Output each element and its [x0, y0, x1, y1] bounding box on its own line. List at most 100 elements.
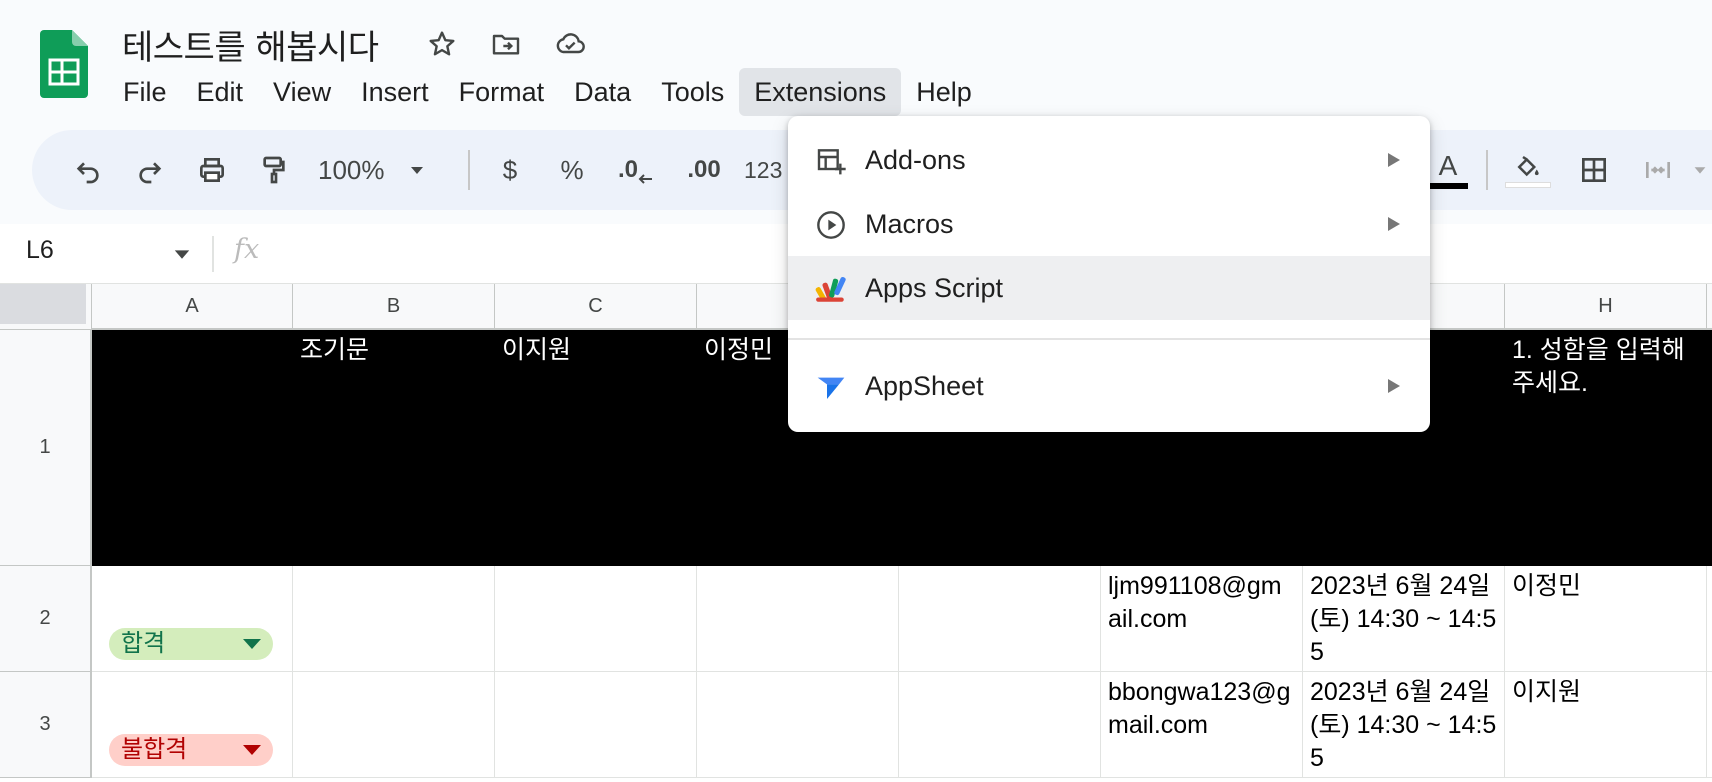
status-chip-fail[interactable]: 불합격 [109, 734, 273, 766]
cell-d2[interactable] [697, 566, 899, 672]
sheets-logo-icon[interactable] [40, 30, 88, 98]
star-icon[interactable] [424, 26, 460, 62]
number-format-button[interactable]: 123 [744, 144, 794, 196]
select-all-corner[interactable] [0, 284, 92, 330]
redo-icon[interactable] [124, 144, 176, 196]
menu-file[interactable]: File [108, 68, 182, 116]
cell-a2[interactable]: 합격 [92, 566, 293, 672]
menu-tools[interactable]: Tools [646, 68, 739, 116]
status-chip-pass[interactable]: 합격 [109, 628, 273, 660]
cell-h2-name[interactable]: 이정민 [1505, 566, 1707, 672]
cell-i3[interactable] [1707, 672, 1712, 778]
menu-separator [788, 338, 1430, 340]
status-chip-label: 불합격 [121, 736, 188, 763]
cell-b2[interactable] [293, 566, 495, 672]
column-header-a[interactable]: A [92, 284, 293, 330]
merge-cells-icon[interactable] [1632, 144, 1684, 196]
move-folder-icon[interactable] [488, 26, 524, 62]
currency-format-label: $ [502, 154, 518, 185]
cell-i1[interactable] [1707, 330, 1712, 566]
fill-color-button[interactable] [1502, 144, 1554, 196]
cell-g2-datetime[interactable]: 2023년 6월 24일(토) 14:30 ~ 14:55 [1303, 566, 1505, 672]
menu-view[interactable]: View [258, 68, 346, 116]
corner-freeze-handle[interactable] [0, 284, 86, 324]
fill-color-swatch [1505, 182, 1551, 188]
menu-item-label: Add-ons [865, 144, 966, 175]
cell-e3[interactable] [899, 672, 1101, 778]
menu-format[interactable]: Format [444, 68, 560, 116]
row-header-1[interactable]: 1 [0, 330, 92, 566]
increase-decimal-button[interactable]: .00 [672, 144, 736, 196]
paint-bucket-icon [1517, 155, 1539, 177]
column-header-i[interactable] [1707, 284, 1712, 330]
add-ons-icon [814, 144, 848, 178]
document-title[interactable]: 테스트를 해봅시다 [122, 20, 379, 69]
percent-format-button[interactable]: % [546, 144, 598, 196]
cloud-saved-icon[interactable] [552, 26, 588, 62]
row-header-2[interactable]: 2 [0, 566, 92, 672]
decrease-decimal-button[interactable]: .0 [608, 144, 664, 196]
number-format-label: 123 [744, 156, 783, 183]
menu-edit[interactable]: Edit [182, 68, 259, 116]
chip-dropdown-icon [243, 639, 261, 649]
toolbar-divider [1486, 150, 1488, 190]
extensions-menu: Add-ons Macros Apps Script AppSheet [788, 116, 1430, 432]
zoom-caret-icon [410, 167, 423, 174]
cell-a1[interactable] [92, 330, 293, 566]
zoom-select[interactable]: 100% [318, 144, 448, 196]
cell-b3[interactable] [293, 672, 495, 778]
increase-decimal-label: .00 [687, 156, 721, 183]
cell-h1[interactable]: 1. 성함을 입력해주세요. [1505, 330, 1707, 566]
cell-c2[interactable] [495, 566, 697, 672]
submenu-arrow-icon [1388, 379, 1400, 393]
formula-bar-divider [212, 236, 214, 272]
decrease-decimal-label: .0 [617, 156, 638, 183]
menu-item-apps-script[interactable]: Apps Script [788, 256, 1430, 320]
cell-f2-email[interactable]: ljm991108@gmail.com [1101, 566, 1303, 672]
chip-dropdown-icon [243, 745, 261, 755]
toolbar-divider [468, 150, 470, 190]
menu-item-add-ons[interactable]: Add-ons [788, 128, 1430, 192]
menu-item-macros[interactable]: Macros [788, 192, 1430, 256]
cell-g3-datetime[interactable]: 2023년 6월 24일(토) 14:30 ~ 14:55 [1303, 672, 1505, 778]
print-icon[interactable] [186, 144, 238, 196]
menu-item-label: Apps Script [865, 272, 1004, 303]
menu-data[interactable]: Data [559, 68, 646, 116]
merge-caret-icon[interactable] [1688, 144, 1712, 196]
undo-icon[interactable] [62, 144, 114, 196]
menu-extensions[interactable]: Extensions [739, 68, 902, 116]
apps-script-icon [814, 272, 848, 306]
submenu-arrow-icon [1388, 153, 1400, 167]
name-box[interactable]: L6 [26, 236, 54, 265]
status-chip-label: 합격 [121, 630, 166, 657]
cell-b1[interactable]: 조기문 [293, 330, 495, 566]
column-header-h[interactable]: H [1505, 284, 1707, 330]
currency-format-button[interactable]: $ [484, 144, 536, 196]
menu-help[interactable]: Help [901, 68, 987, 116]
left-arrow-icon [638, 174, 652, 184]
menu-item-label: Macros [865, 208, 954, 239]
row-header-3[interactable]: 3 [0, 672, 92, 778]
menu-bar: File Edit View Insert Format Data Tools … [108, 68, 987, 116]
appsheet-icon [814, 370, 848, 404]
zoom-value: 100% [318, 154, 385, 185]
play-circle-icon [814, 208, 848, 242]
cell-c1[interactable]: 이지원 [495, 330, 697, 566]
cell-f3-email[interactable]: bbongwa123@gmail.com [1101, 672, 1303, 778]
borders-icon[interactable] [1568, 144, 1620, 196]
cell-d3[interactable] [697, 672, 899, 778]
cell-h3-name[interactable]: 이지원 [1505, 672, 1707, 778]
cell-a3[interactable]: 불합격 [92, 672, 293, 778]
menu-insert[interactable]: Insert [346, 68, 444, 116]
column-header-b[interactable]: B [293, 284, 495, 330]
cell-c3[interactable] [495, 672, 697, 778]
paint-format-icon[interactable] [248, 144, 300, 196]
text-color-swatch [1428, 183, 1468, 189]
text-color-label: A [1438, 150, 1458, 181]
menu-item-appsheet[interactable]: AppSheet [788, 354, 1430, 418]
cell-e2[interactable] [899, 566, 1101, 672]
submenu-arrow-icon [1388, 217, 1400, 231]
name-box-caret-icon[interactable] [170, 242, 194, 266]
column-header-c[interactable]: C [495, 284, 697, 330]
cell-i2[interactable] [1707, 566, 1712, 672]
